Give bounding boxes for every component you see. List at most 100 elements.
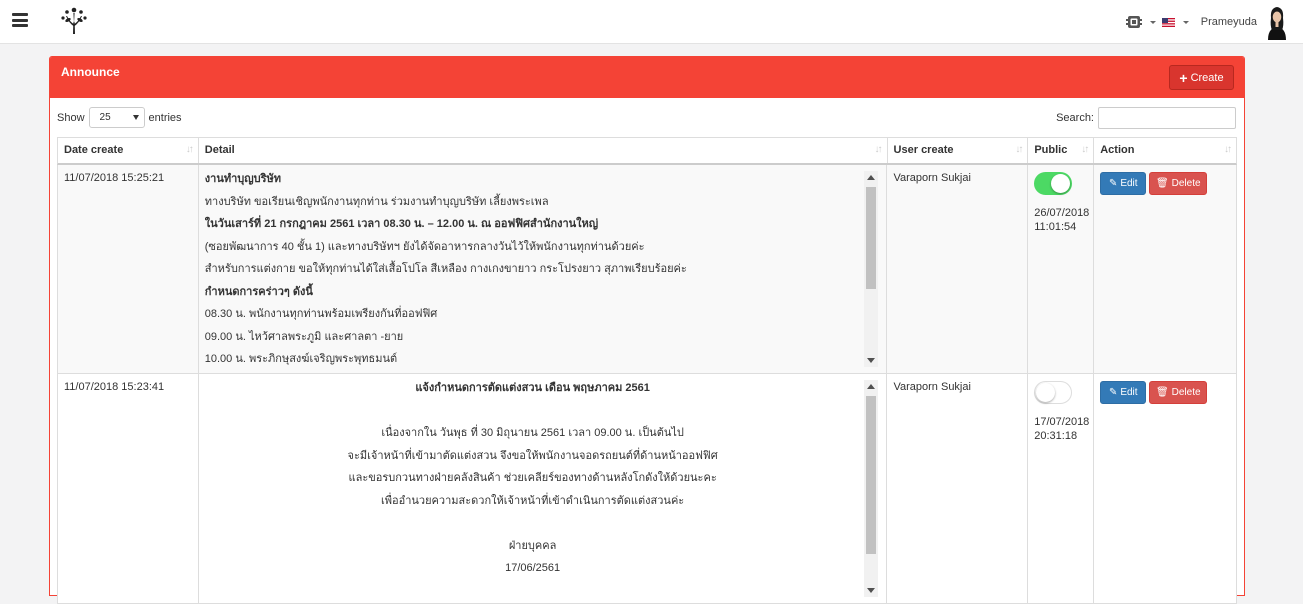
scroll-up-icon[interactable] — [867, 384, 876, 389]
column-header-public[interactable]: Public ↓↑ — [1028, 138, 1095, 163]
panel-header: Announce + Create — [50, 57, 1244, 98]
delete-button[interactable]: 🗑 Delete — [1149, 172, 1208, 195]
detail-line: และขอรบกวนทางฝ่ายคลังสินค้า ช่วยเคลียร์ข… — [348, 472, 717, 484]
public-date: 26/07/2018 11:01:54 — [1034, 206, 1090, 234]
column-header-label: Action — [1100, 144, 1135, 156]
toggle-knob — [1036, 383, 1056, 402]
chevron-down-icon — [1182, 20, 1189, 24]
action-buttons: ✎ Edit 🗑 Delete — [1100, 381, 1230, 404]
announce-panel: Announce + Create Show 25 entries Search… — [49, 56, 1245, 604]
detail-lines: แจ้งกำหนดการตัดแต่งสวน เดือน พฤษภาคม 256… — [205, 380, 879, 583]
sort-icon: ↓↑ — [874, 144, 883, 155]
detail-line: เนื่องจากใน วันพุธ ที่ 30 มิถุนายน 2561 … — [205, 425, 861, 448]
nav-right: Prameyuda — [1120, 0, 1289, 44]
sort-icon: ↓↑ — [1081, 144, 1089, 155]
panel-title: Announce — [61, 65, 120, 79]
date-create-cell: 11/07/2018 15:25:21 — [58, 165, 199, 373]
settings-icon — [1125, 16, 1142, 28]
column-header-user-create[interactable]: User create ↓↑ — [888, 138, 1029, 163]
date-create-cell: 11/07/2018 15:23:41 — [58, 374, 199, 603]
table-controls: Show 25 entries Search: — [50, 98, 1244, 136]
edit-button[interactable]: ✎ Edit — [1100, 381, 1147, 404]
detail-scrollbar[interactable] — [864, 380, 879, 597]
sort-icon: ↓↑ — [185, 144, 194, 155]
chevron-down-icon — [132, 115, 139, 120]
search-input[interactable] — [1098, 107, 1236, 129]
detail-line: 17/06/2561 — [505, 562, 561, 574]
pencil-icon: ✎ — [1108, 178, 1118, 189]
settings-menu[interactable] — [1125, 14, 1156, 30]
user-create-cell: Varaporn Sukjai — [887, 165, 1029, 373]
detail-line — [205, 403, 861, 426]
pencil-icon: ✎ — [1108, 387, 1118, 398]
toggle-knob — [1051, 174, 1071, 193]
edit-button-label: Edit — [1120, 387, 1138, 398]
delete-button[interactable]: 🗑 Delete — [1149, 381, 1208, 404]
table-row: 11/07/2018 15:25:21 งานทำบุญบริษัท ทางบร… — [57, 165, 1237, 374]
scrollbar-thumb[interactable] — [866, 396, 877, 554]
user-avatar — [1265, 4, 1289, 40]
table-row: 11/07/2018 15:23:41 แจ้งกำหนดการตัดแต่งส… — [57, 374, 1237, 604]
detail-line: แจ้งกำหนดการตัดแต่งสวน เดือน พฤษภาคม 256… — [415, 382, 650, 394]
column-header-label: Public — [1034, 144, 1068, 156]
language-menu[interactable] — [1161, 17, 1189, 27]
scroll-down-icon[interactable] — [867, 358, 876, 363]
detail-scrollbar[interactable] — [864, 171, 879, 367]
detail-scroll-area[interactable]: งานทำบุญบริษัท ทางบริษัท ขอเรียนเชิญพนัก… — [205, 171, 879, 367]
delete-button-label: Delete — [1171, 178, 1201, 189]
public-date-value: 17/07/2018 — [1034, 416, 1090, 428]
detail-line: จะมีเจ้าหน้าที่เข้ามาตัดแต่งสวน จึงขอให้… — [347, 449, 718, 462]
detail-line — [205, 515, 861, 538]
user-create-cell: Varaporn Sukjai — [887, 374, 1029, 603]
detail-lines: งานทำบุญบริษัท ทางบริษัท ขอเรียนเชิญพนัก… — [205, 171, 879, 367]
announce-table: Date create ↓↑ Detail ↓↑ User create ↓↑ Pub… — [57, 137, 1237, 604]
column-header-label: User create — [893, 144, 954, 156]
detail-line: เพื่ออำนวยความสะดวกให้เจ้าหน้าที่เข้าดำเ… — [381, 494, 685, 507]
detail-line: กำหนดการคร่าวๆ ดังนี้ — [204, 285, 313, 298]
public-toggle[interactable] — [1034, 381, 1073, 404]
scroll-down-icon[interactable] — [867, 588, 876, 593]
entries-length: Show 25 entries — [57, 107, 182, 128]
search-label: Search: — [1056, 112, 1094, 124]
detail-cell: แจ้งกำหนดการตัดแต่งสวน เดือน พฤษภาคม 256… — [199, 374, 888, 603]
entries-length-select[interactable]: 25 — [88, 107, 145, 128]
public-date-value: 26/07/2018 — [1034, 207, 1090, 219]
us-flag-icon — [1161, 17, 1175, 27]
trash-icon: 🗑 — [1155, 178, 1169, 189]
detail-line: 08.30 น. พนักงานทุกท่านพร้อมเพรียงกันที่… — [204, 308, 438, 320]
detail-line: สำหรับการแต่งกาย ขอให้ทุกท่านได้ใส่เสื้อ… — [204, 263, 687, 275]
username: Prameyuda — [1200, 16, 1257, 28]
tree-logo[interactable] — [57, 4, 91, 38]
detail-line: ในวันเสาร์ที่ 21 กรกฎาคม 2561 เวลา 08.30… — [204, 218, 599, 230]
detail-scroll-area[interactable]: แจ้งกำหนดการตัดแต่งสวน เดือน พฤษภาคม 256… — [205, 380, 879, 597]
column-header-date-create[interactable]: Date create ↓↑ — [58, 138, 199, 163]
create-button-label: Create — [1190, 71, 1224, 84]
detail-line: 10.00 น. พระภิกษุสงฆ์เจริญพระพุทธมนต์ — [204, 353, 398, 365]
public-cell: 26/07/2018 11:01:54 — [1028, 165, 1095, 373]
action-cell: ✎ Edit 🗑 Delete — [1094, 165, 1236, 373]
scrollbar-thumb[interactable] — [866, 187, 877, 289]
column-header-label: Detail — [204, 144, 235, 156]
action-cell: ✎ Edit 🗑 Delete — [1094, 374, 1236, 603]
column-header-action[interactable]: Action ↓↑ — [1094, 138, 1236, 163]
scroll-up-icon[interactable] — [867, 175, 876, 180]
public-time-value: 20:31:18 — [1034, 430, 1078, 442]
column-header-detail[interactable]: Detail ↓↑ — [199, 138, 888, 163]
table-header: Date create ↓↑ Detail ↓↑ User create ↓↑ Pub… — [57, 137, 1237, 165]
entries-label: entries — [148, 111, 182, 124]
public-toggle[interactable] — [1034, 172, 1073, 195]
public-date: 17/07/2018 20:31:18 — [1034, 415, 1090, 443]
create-button[interactable]: + Create — [1169, 65, 1234, 90]
edit-button[interactable]: ✎ Edit — [1100, 172, 1147, 195]
detail-line-text: เนื่องจากใน วันพุธ ที่ 30 มิถุนายน 2561 … — [381, 427, 684, 439]
delete-button-label: Delete — [1171, 387, 1201, 398]
detail-line: 09.00 น. ไหว้ศาลพระภูมิ และศาลตา -ยาย — [204, 330, 404, 343]
plus-icon: + — [1179, 69, 1188, 86]
user-menu[interactable]: Prameyuda — [1195, 4, 1289, 40]
sort-icon: ↓↑ — [1223, 144, 1232, 155]
sort-icon: ↓↑ — [1015, 144, 1023, 155]
entries-length-value: 25 — [99, 112, 111, 123]
menu-icon[interactable] — [12, 13, 28, 27]
detail-line: ทางบริษัท ขอเรียนเชิญพนักงานทุกท่าน ร่วม… — [204, 195, 549, 208]
detail-line: (ซอยพัฒนาการ 40 ชั้น 1) และทางบริษัทฯ ยั… — [204, 240, 645, 253]
